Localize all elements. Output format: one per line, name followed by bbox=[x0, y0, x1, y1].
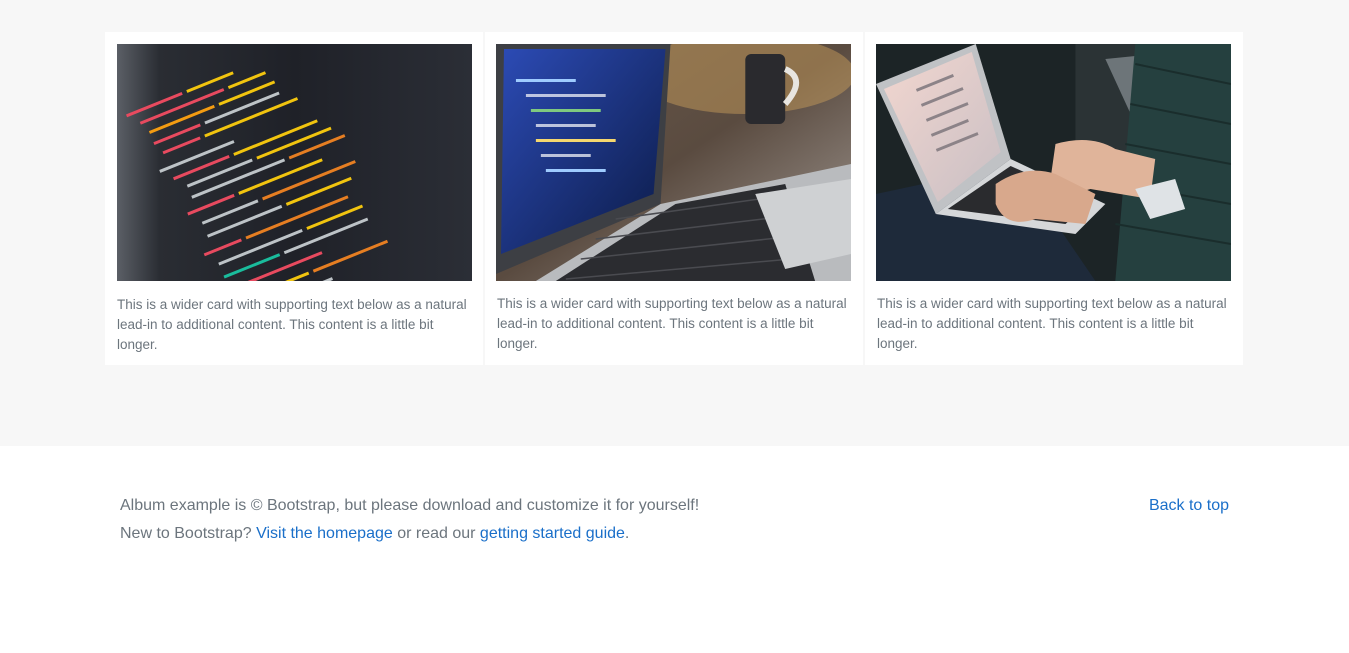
card-1: This is a wider card with supporting tex… bbox=[105, 32, 483, 365]
homepage-link[interactable]: Visit the homepage bbox=[256, 525, 393, 542]
code-screen-photo-icon bbox=[117, 44, 472, 281]
footer-help-middle: or read our bbox=[392, 525, 480, 542]
footer-help-prefix: New to Bootstrap? bbox=[120, 525, 257, 542]
back-to-top-link[interactable]: Back to top bbox=[1149, 496, 1229, 516]
typing-on-laptop-photo-icon bbox=[876, 44, 1231, 281]
card-3: This is a wider card with supporting tex… bbox=[865, 32, 1243, 365]
getting-started-guide-link[interactable]: getting started guide bbox=[480, 525, 625, 542]
card-1-image bbox=[117, 44, 472, 281]
card-2: This is a wider card with supporting tex… bbox=[485, 32, 863, 365]
card-2-image bbox=[496, 44, 851, 281]
card-3-image bbox=[876, 44, 1231, 281]
footer-help-suffix: . bbox=[624, 525, 630, 542]
footer-copyright: Album example is © Bootstrap, but please… bbox=[120, 497, 700, 514]
album-section: This is a wider card with supporting tex… bbox=[0, 0, 1349, 446]
laptop-coding-photo-icon bbox=[496, 44, 851, 281]
card-1-text: This is a wider card with supporting tex… bbox=[117, 297, 467, 352]
card-2-text: This is a wider card with supporting tex… bbox=[497, 296, 847, 351]
card-3-text: This is a wider card with supporting tex… bbox=[877, 296, 1227, 351]
footer-help-line: New to Bootstrap? Visit the homepage or … bbox=[120, 524, 629, 544]
footer: Album example is © Bootstrap, but please… bbox=[0, 446, 1349, 653]
